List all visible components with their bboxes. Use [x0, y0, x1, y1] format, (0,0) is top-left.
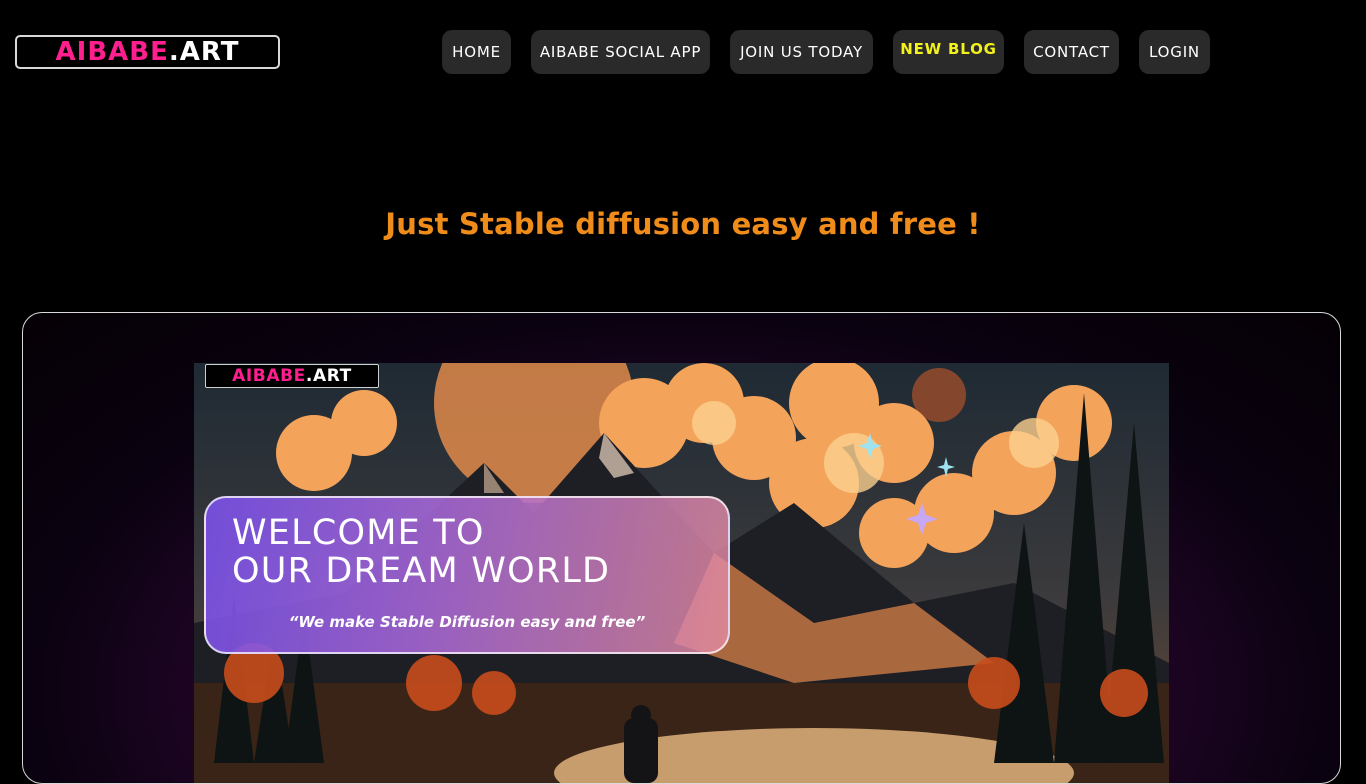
hero-logo-text-aibabe: AIBABE [232, 365, 306, 386]
nav-social-app-button[interactable]: AIBABE SOCIAL APP [531, 30, 710, 74]
hero-image: AIBABE .ART WELCOME TO OUR DREAM WORLD “W… [194, 363, 1169, 783]
hero-logo-text-art: .ART [305, 365, 352, 386]
tagline-heading: Just Stable diffusion easy and free ! [385, 207, 981, 241]
nav-home-button[interactable]: HOME [442, 30, 511, 74]
welcome-subtitle: “We make Stable Diffusion easy and free” [288, 613, 646, 631]
site-logo[interactable]: AIBABE .ART [15, 35, 280, 69]
nav-contact-button[interactable]: CONTACT [1024, 30, 1119, 74]
logo-text-aibabe: AIBABE [55, 37, 169, 67]
nav-login-button[interactable]: LOGIN [1139, 30, 1210, 74]
welcome-title-line1: WELCOME TO [232, 513, 485, 553]
nav-join-button[interactable]: JOIN US TODAY [730, 30, 873, 74]
logo-text-art: .ART [168, 37, 240, 67]
welcome-title-line2: OUR DREAM WORLD [232, 551, 611, 591]
hero-logo: AIBABE .ART [205, 364, 379, 388]
welcome-card: WELCOME TO OUR DREAM WORLD “We make Stab… [204, 496, 730, 654]
nav-blog-button[interactable]: NEW BLOG [893, 30, 1004, 74]
